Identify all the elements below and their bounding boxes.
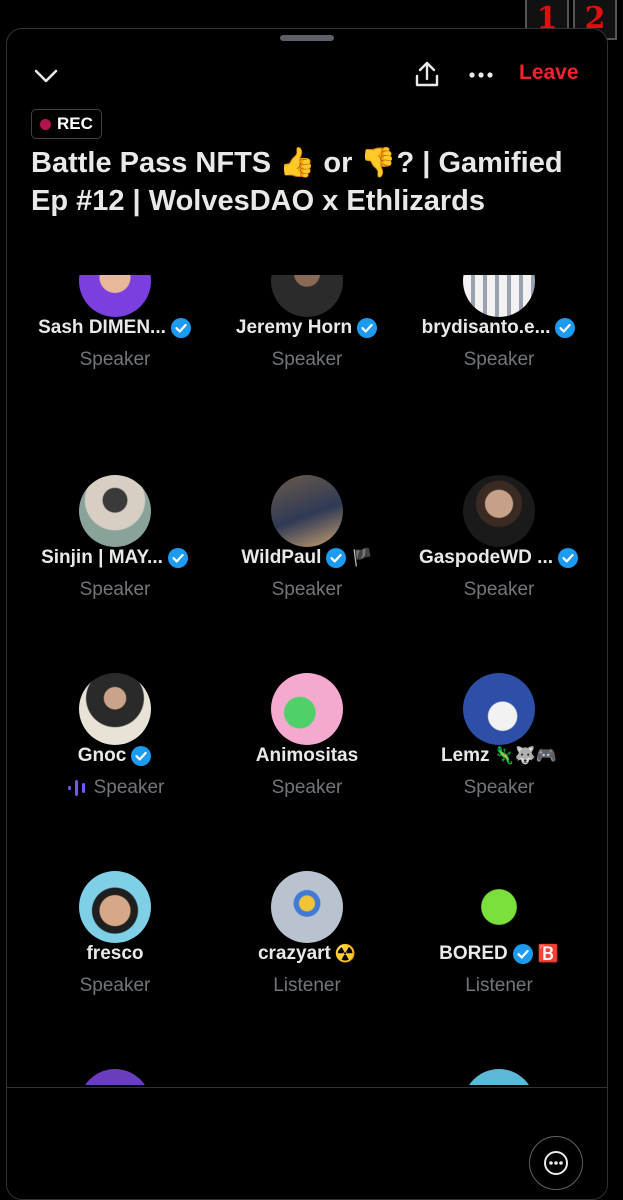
avatar[interactable] (463, 1069, 535, 1085)
participant-card[interactable]: WildPaul 🏴 Speaker (211, 433, 403, 631)
participant-name: BORED (439, 943, 508, 964)
participant-role: Speaker (79, 579, 151, 600)
verified-badge-icon (357, 318, 378, 338)
participant-card[interactable]: Lemz 🦎🐺🎮 Speaker (403, 631, 595, 829)
participant-card[interactable]: fresco Speaker (19, 829, 211, 1027)
participant-name: crazyart (257, 943, 331, 964)
participant-role: Speaker (271, 777, 343, 798)
avatar[interactable] (271, 871, 343, 943)
participant-name: Sash DIMEN... (38, 317, 166, 338)
verified-badge-icon (555, 318, 576, 338)
verified-badge-icon (326, 548, 347, 568)
participant-card[interactable]: BORED 🅱️ Listener (403, 829, 595, 1027)
participant-card[interactable]: Sinjin | MAY... Speaker (19, 433, 211, 631)
verified-badge-icon (512, 944, 533, 964)
participant-name: brydisanto.e... (421, 317, 551, 338)
participant-name: Sinjin | MAY... (41, 547, 163, 568)
avatar[interactable] (463, 673, 535, 745)
b-badge-icon: 🅱️ (537, 944, 559, 963)
avatar[interactable] (79, 275, 151, 317)
participant-card[interactable]: crazyart ☢️ Listener (211, 829, 403, 1027)
sheet-grabber[interactable] (280, 35, 334, 41)
chat-bubble-more-icon[interactable] (529, 1136, 583, 1190)
avatar[interactable] (79, 673, 151, 745)
participant-card[interactable]: GaspodeWD ... Speaker (403, 433, 595, 631)
leave-button[interactable]: Leave (519, 61, 579, 85)
avatar[interactable] (271, 673, 343, 745)
participant-name: WildPaul (241, 547, 322, 568)
avatar[interactable] (463, 475, 535, 547)
participants-grid: Sash DIMEN... Speaker Jeremy Horn Speake… (7, 275, 607, 1085)
emoji-badges: 🦎🐺🎮 (493, 746, 558, 765)
participant-name: Gnoc (77, 745, 127, 766)
rec-dot-icon (40, 118, 51, 130)
flag-emoji: 🏴 (351, 548, 373, 567)
participant-role: Speaker (463, 349, 535, 370)
participant-card[interactable]: Sash DIMEN... Speaker (19, 275, 211, 433)
rec-label: REC (57, 114, 93, 133)
participant-role: Speaker (463, 777, 535, 798)
app-frame: 1 2 Leave REC Battle Pass NFTS 👍 or 👎? | (0, 0, 623, 1200)
logo-avatar-icon (271, 1069, 343, 1085)
share-icon[interactable] (411, 59, 443, 91)
verified-badge-icon (558, 548, 579, 568)
verified-badge-icon (167, 548, 188, 568)
verified-badge-icon (131, 746, 152, 766)
participant-name: Animositas (255, 745, 359, 766)
participant-role: Speaker (79, 975, 151, 996)
avatar[interactable] (271, 475, 343, 547)
more-horizontal-icon[interactable] (465, 59, 497, 91)
participant-card[interactable]: Gnoc Speaker (19, 631, 211, 829)
participant-role: Listener (465, 975, 533, 996)
participant-card[interactable]: Jeremy Horn Speaker (211, 275, 403, 433)
avatar[interactable] (463, 275, 535, 317)
avatar[interactable] (271, 1069, 343, 1085)
participant-name: Lemz (440, 745, 490, 766)
verified-badge-icon (170, 318, 191, 338)
avatar[interactable] (79, 871, 151, 943)
avatar[interactable] (79, 1069, 151, 1085)
participant-role: Speaker (463, 579, 535, 600)
participant-name: Jeremy Horn (235, 317, 353, 338)
top-bar: Leave (7, 59, 607, 93)
participant-role: Listener (273, 975, 341, 996)
avatar[interactable] (463, 871, 535, 943)
avatar[interactable] (271, 275, 343, 317)
space-title: Battle Pass NFTS 👍 or 👎? | Gamified Ep #… (31, 147, 563, 217)
chevron-down-icon[interactable] (33, 65, 59, 87)
participant-role: Speaker (79, 349, 151, 370)
avatar[interactable] (79, 475, 151, 547)
radioactive-emoji: ☢️ (334, 944, 357, 963)
bottom-bar (7, 1087, 607, 1199)
participant-role: Speaker (271, 349, 343, 370)
participant-name: GaspodeWD ... (418, 547, 554, 568)
participant-name: fresco (86, 943, 144, 964)
audio-wave-icon (67, 780, 85, 796)
participant-card[interactable]: brydisanto.e... Speaker (403, 275, 595, 433)
recording-badge: REC (31, 109, 102, 139)
space-sheet: Leave REC Battle Pass NFTS 👍 or 👎? | Gam… (6, 28, 608, 1200)
participant-role: Speaker (271, 579, 343, 600)
participant-role: Speaker (93, 777, 165, 798)
participant-card[interactable]: Animositas Speaker (211, 631, 403, 829)
